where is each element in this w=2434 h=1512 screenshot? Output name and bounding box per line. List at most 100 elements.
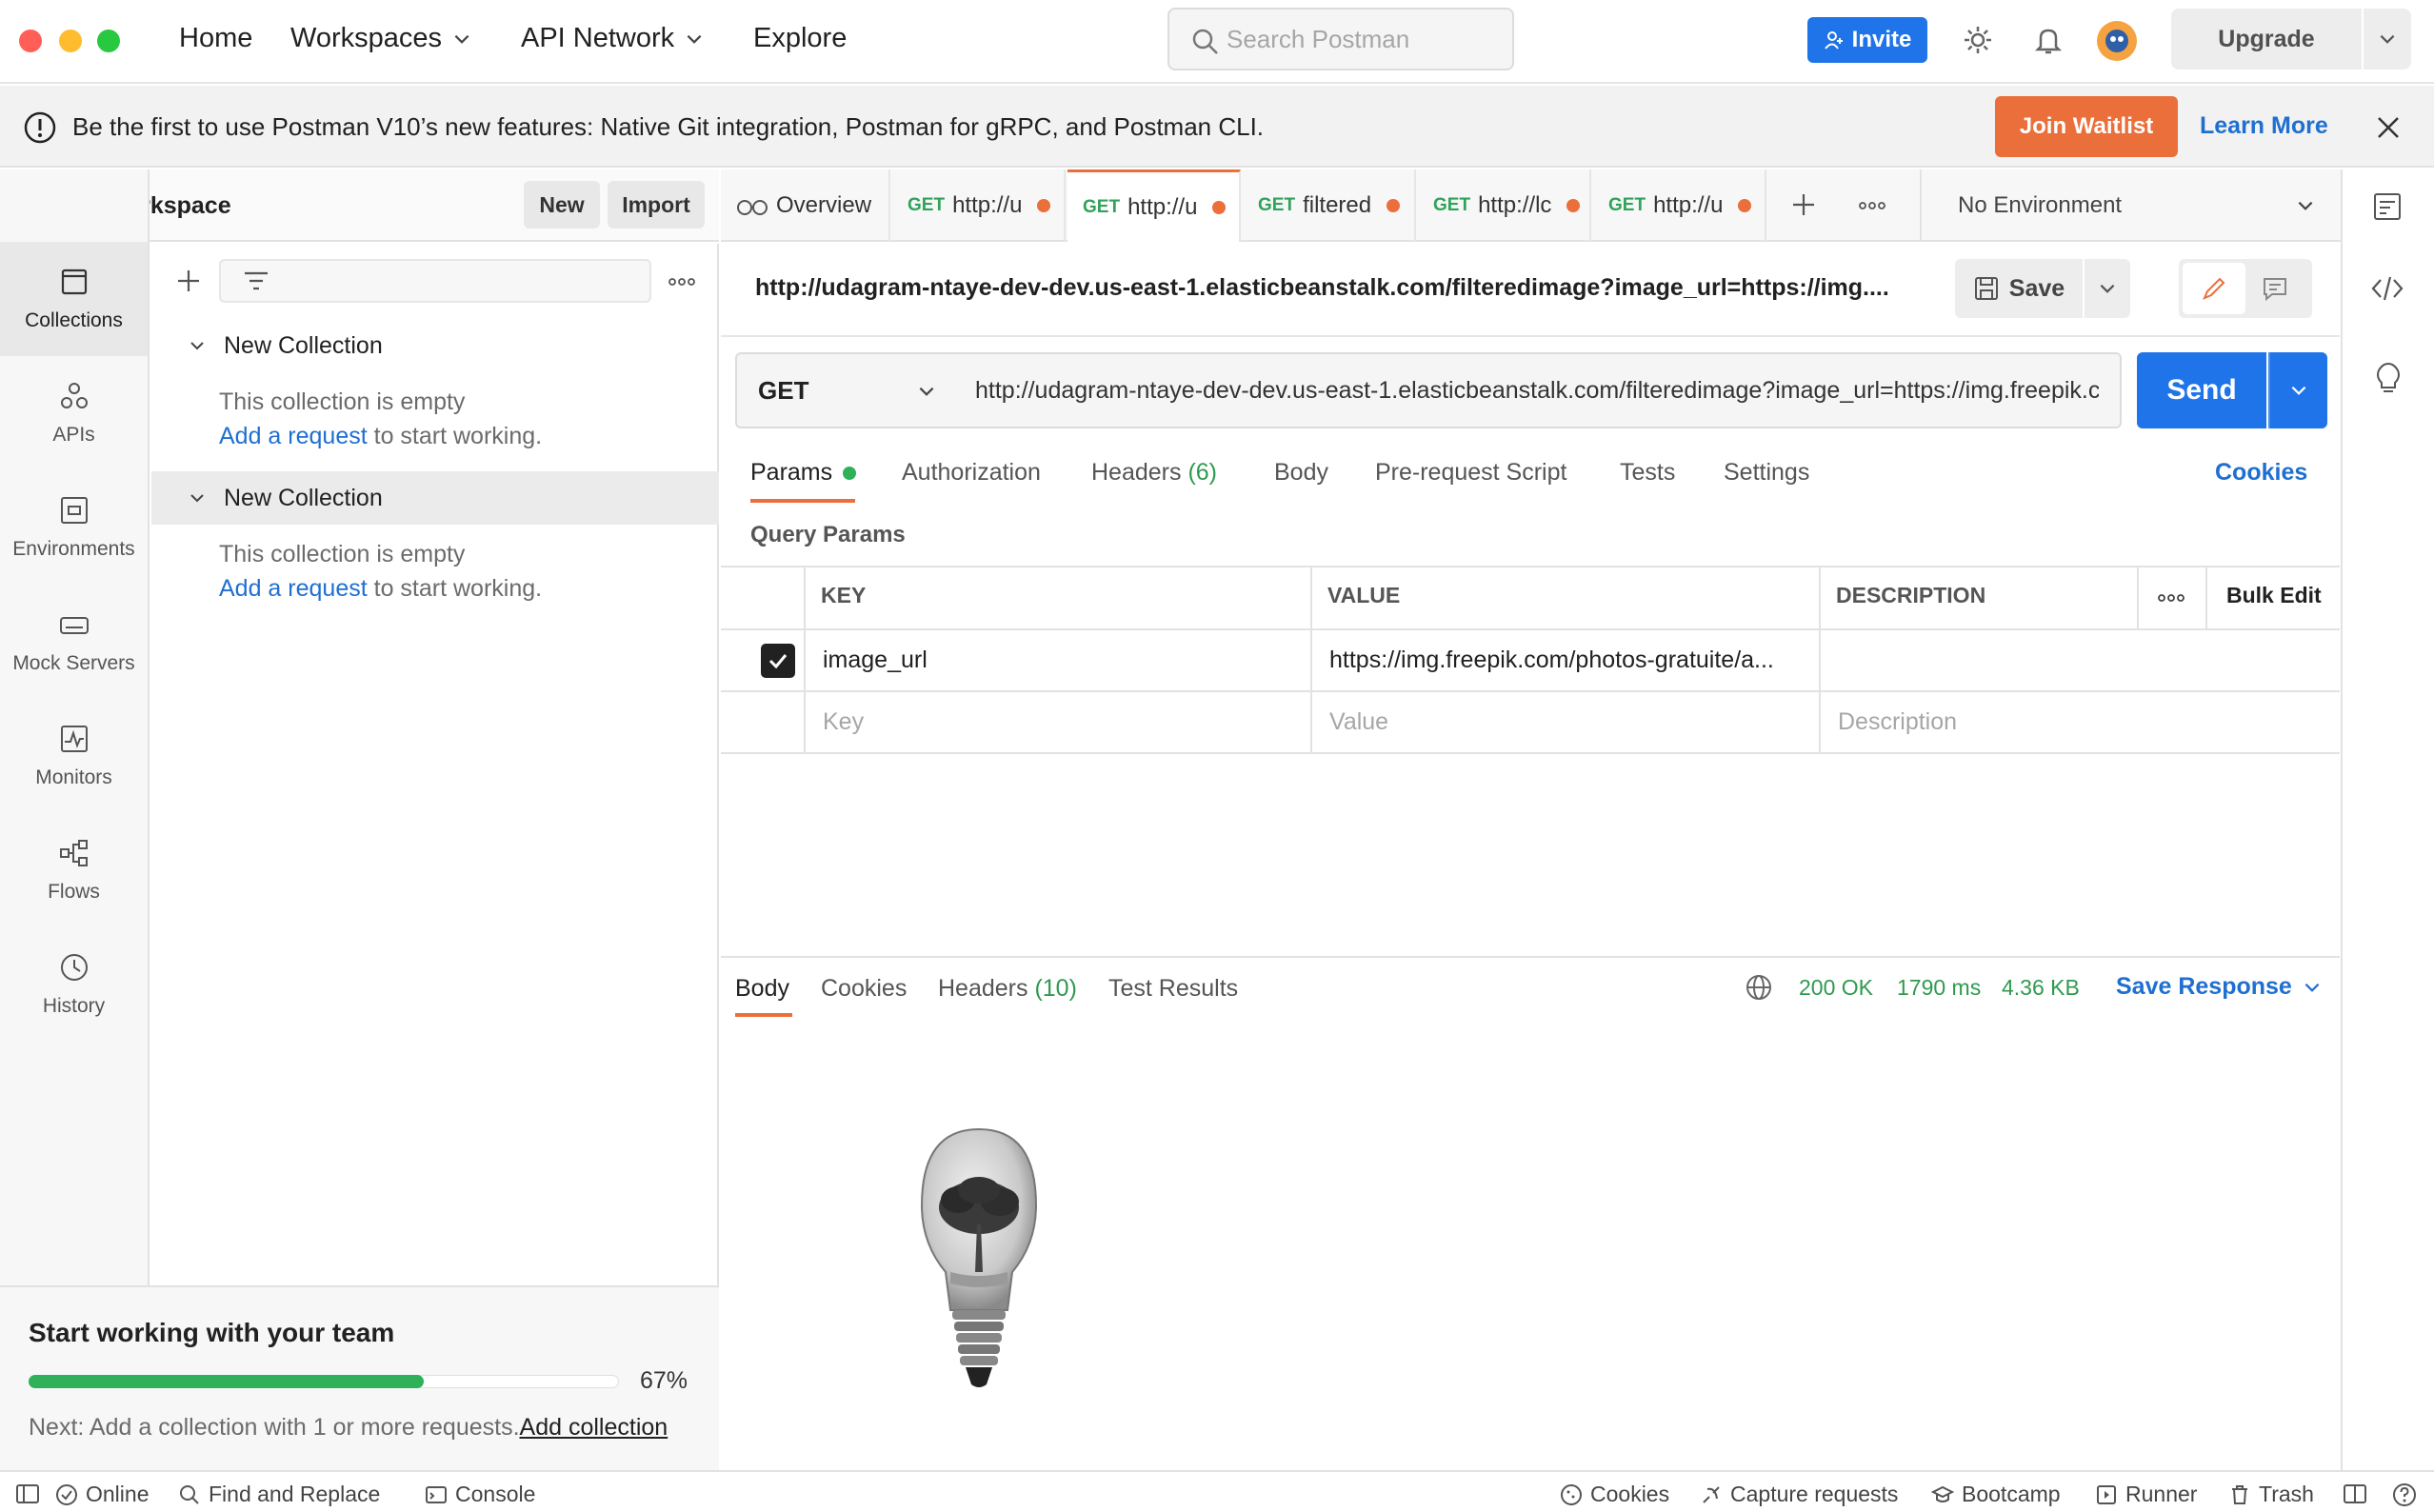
nav-home[interactable]: Home (179, 23, 252, 54)
edit-mode-button[interactable] (2183, 263, 2245, 314)
response-time[interactable]: 1790 ms (1897, 975, 1981, 1001)
add-collection-link[interactable]: Add collection (520, 1414, 668, 1441)
tab-prerequest-script[interactable]: Pre-request Script (1375, 459, 1566, 487)
send-button[interactable]: Send (2137, 352, 2266, 428)
param-key-cell[interactable]: image_url (823, 647, 1299, 674)
environment-select[interactable]: No Environment (1920, 169, 2344, 242)
capture-requests-button[interactable]: Capture requests (1700, 1482, 1898, 1507)
nav-workspaces[interactable]: Workspaces (290, 23, 472, 54)
join-waitlist-button[interactable]: Join Waitlist (1995, 96, 2178, 157)
globe-icon[interactable] (1745, 973, 1773, 1002)
tab-params[interactable]: Params (750, 459, 857, 487)
add-collection-icon[interactable] (174, 267, 203, 295)
rail-item-mock-servers[interactable]: Mock Servers (0, 585, 148, 699)
new-param-value-input[interactable]: Value (1329, 708, 1388, 736)
more-tabs-icon[interactable] (1857, 194, 1887, 217)
find-and-replace-button[interactable]: Find and Replace (178, 1482, 380, 1507)
notifications-bell-icon[interactable] (2032, 24, 2065, 56)
online-status[interactable]: Online (55, 1482, 149, 1507)
avatar[interactable] (2095, 19, 2139, 63)
search-placeholder: Search Postman (1227, 24, 1410, 53)
rail-item-flows[interactable]: Flows (0, 813, 148, 927)
rail-item-environments[interactable]: Environments (0, 470, 148, 585)
environments-icon (60, 497, 88, 524)
tab-request[interactable]: GET http://u (892, 169, 1066, 242)
param-enabled-checkbox[interactable] (761, 644, 795, 678)
bulk-edit-button[interactable]: Bulk Edit (2226, 583, 2322, 608)
tab-headers[interactable]: Headers (6) (1091, 459, 1217, 487)
collection-row[interactable]: New Collection (151, 319, 719, 372)
response-tab-headers[interactable]: Headers (10) (938, 975, 1077, 1003)
param-value-cell[interactable]: https://img.freepik.com/photos-gratuite/… (1329, 647, 1806, 674)
filter-input[interactable] (219, 259, 651, 303)
rail-item-monitors[interactable]: Monitors (0, 699, 148, 813)
environment-quick-look-icon[interactable] (2371, 190, 2404, 223)
save-options-button[interactable] (2085, 259, 2130, 318)
minimize-window-button[interactable] (59, 30, 82, 52)
close-window-button[interactable] (19, 30, 42, 52)
more-options-icon[interactable] (667, 270, 697, 293)
new-param-description-input[interactable]: Description (1838, 708, 1957, 736)
tab-request-active[interactable]: GET http://u (1067, 169, 1241, 242)
two-pane-view-icon[interactable] (2343, 1482, 2367, 1505)
code-icon[interactable] (2371, 274, 2404, 303)
tab-overview[interactable]: Overview (721, 169, 890, 242)
response-status[interactable]: 200 OK (1799, 975, 1873, 1001)
comment-mode-button[interactable] (2244, 263, 2306, 314)
trash-button[interactable]: Trash (2228, 1482, 2314, 1507)
tab-request[interactable]: GET http://u (1593, 169, 1766, 242)
table-options-icon[interactable] (2156, 587, 2186, 609)
request-name[interactable]: http://udagram-ntaye-dev-dev.us-east-1.e… (755, 274, 1898, 302)
bootcamp-button[interactable]: Bootcamp (1931, 1482, 2061, 1507)
unsaved-indicator (1212, 200, 1227, 214)
response-tab-body[interactable]: Body (735, 975, 789, 1003)
add-request-link[interactable]: Add a request (219, 575, 368, 602)
help-icon[interactable] (2392, 1482, 2417, 1507)
upgrade-menu-button[interactable] (2364, 9, 2411, 70)
tab-settings[interactable]: Settings (1724, 459, 1809, 487)
tab-tests[interactable]: Tests (1620, 459, 1675, 487)
close-icon[interactable] (2375, 114, 2402, 141)
learn-more-link[interactable]: Learn More (2200, 112, 2328, 140)
save-response-button[interactable]: Save Response (2116, 973, 2323, 1001)
response-tab-test-results[interactable]: Test Results (1108, 975, 1238, 1003)
rail-item-apis[interactable]: APIs (0, 356, 148, 470)
zoom-window-button[interactable] (97, 30, 120, 52)
cookies-link[interactable]: Cookies (2215, 459, 2307, 487)
info-icon (24, 111, 56, 144)
method-select[interactable]: GET (735, 352, 956, 428)
new-button[interactable]: New (524, 181, 600, 229)
params-active-dot (843, 467, 857, 480)
import-button[interactable]: Import (608, 181, 705, 229)
add-request-link[interactable]: Add a request (219, 423, 368, 449)
tab-authorization[interactable]: Authorization (902, 459, 1041, 487)
tab-request[interactable]: GET http://lc (1418, 169, 1591, 242)
new-tab-icon[interactable] (1789, 190, 1818, 219)
collection-row[interactable]: New Collection (151, 471, 719, 525)
runner-button[interactable]: Runner (2095, 1482, 2197, 1507)
settings-icon[interactable] (1962, 24, 1994, 56)
monitors-icon (60, 726, 88, 752)
response-divider[interactable] (721, 956, 2340, 958)
new-param-key-input[interactable]: Key (823, 708, 864, 736)
chevron-down-icon (454, 34, 469, 44)
toggle-sidebar-icon[interactable] (15, 1482, 40, 1505)
cookies-button[interactable]: Cookies (1560, 1482, 1669, 1507)
lightbulb-icon[interactable] (2373, 362, 2404, 396)
invite-button[interactable]: Invite (1807, 17, 1927, 63)
nav-api-network[interactable]: API Network (521, 23, 705, 54)
tab-request[interactable]: GET filtered (1243, 169, 1416, 242)
url-input[interactable] (954, 352, 2122, 428)
tab-body[interactable]: Body (1274, 459, 1328, 487)
response-tab-cookies[interactable]: Cookies (821, 975, 907, 1003)
nav-explore[interactable]: Explore (753, 23, 847, 54)
left-rail: Collections APIs Environments Mock Serve… (0, 169, 150, 1470)
save-button[interactable]: Save (1955, 259, 2083, 318)
search-input[interactable]: Search Postman (1167, 8, 1514, 70)
rail-item-collections[interactable]: Collections (0, 242, 148, 356)
rail-item-history[interactable]: History (0, 927, 148, 1042)
console-button[interactable]: Console (425, 1482, 535, 1507)
upgrade-button[interactable]: Upgrade (2171, 9, 2362, 70)
send-options-button[interactable] (2268, 352, 2327, 428)
response-size[interactable]: 4.36 KB (2002, 975, 2080, 1001)
